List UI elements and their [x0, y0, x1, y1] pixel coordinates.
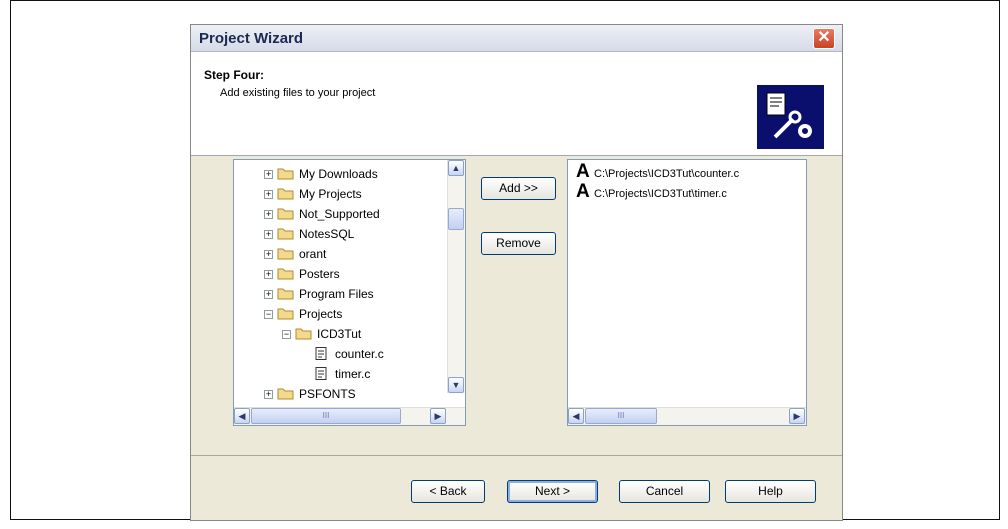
help-button[interactable]: Help: [725, 480, 816, 503]
expand-icon[interactable]: +: [264, 210, 273, 219]
tree-item-label: Posters: [299, 267, 340, 281]
title-bar: Project Wizard ✕: [191, 25, 842, 52]
vertical-scroll-thumb[interactable]: [448, 208, 464, 230]
tree-item-label: Projects: [299, 307, 343, 321]
file-icon: [313, 347, 330, 360]
wizard-header: Step Four: Add existing files to your pr…: [191, 52, 842, 156]
scroll-left-button[interactable]: ◀: [568, 408, 584, 424]
scroll-right-button[interactable]: ▶: [789, 408, 805, 424]
chevron-right-icon: ▶: [434, 411, 442, 421]
expand-icon[interactable]: +: [264, 270, 273, 279]
chevron-left-icon: ◀: [238, 411, 246, 421]
folder-icon: [277, 267, 294, 280]
tree-item-label: My Projects: [299, 187, 362, 201]
scroll-thumb-grip: III: [322, 411, 330, 420]
dialog-title: Project Wizard: [199, 30, 304, 47]
tree-horizontal-scrollbar[interactable]: ◀ III ▶: [234, 407, 465, 425]
horizontal-scroll-thumb[interactable]: III: [585, 408, 657, 424]
horizontal-scroll-thumb[interactable]: III: [251, 408, 401, 424]
tree-item-label: orant: [299, 247, 327, 261]
scroll-left-button[interactable]: ◀: [234, 408, 250, 424]
remove-button[interactable]: Remove: [481, 232, 556, 255]
cancel-button[interactable]: Cancel: [619, 480, 710, 503]
file-path: C:\Projects\ICD3Tut\counter.c: [594, 168, 740, 180]
wizard-tools-icon: [757, 85, 824, 149]
tree-item-label: PSFONTS: [299, 387, 356, 401]
tree-item-label: My Downloads: [299, 167, 378, 181]
expand-icon[interactable]: +: [264, 250, 273, 259]
folder-icon: [277, 207, 294, 220]
folder-icon: [277, 247, 294, 260]
expand-icon[interactable]: +: [264, 170, 273, 179]
scroll-right-button[interactable]: ▶: [430, 408, 446, 424]
chevron-down-icon: ▼: [451, 380, 461, 390]
file-type-icon: A: [576, 161, 590, 182]
tree-item-label: NotesSQL: [299, 227, 355, 241]
next-button[interactable]: Next >: [507, 480, 598, 503]
project-wizard-dialog: Project Wizard ✕ Step Four: Add existing…: [190, 24, 843, 521]
chevron-left-icon: ◀: [572, 411, 580, 421]
footer-divider: [191, 455, 842, 456]
folder-tree[interactable]: + My Downloads + My Projects + Not_Supported +…: [233, 159, 466, 426]
scroll-thumb-grip: III: [617, 411, 625, 420]
back-button[interactable]: < Back: [411, 480, 485, 503]
scroll-up-button[interactable]: ▲: [448, 160, 464, 176]
tree-item-label: Not_Supported: [299, 207, 380, 221]
file-type-icon: A: [576, 181, 590, 202]
step-description: Add existing files to your project: [220, 87, 376, 99]
chevron-right-icon: ▶: [793, 411, 801, 421]
chevron-up-icon: ▲: [451, 163, 461, 173]
tree-item-label: Program Files: [299, 287, 374, 301]
expand-icon[interactable]: +: [264, 290, 273, 299]
expand-icon[interactable]: +: [264, 190, 273, 199]
tree-item-label: ICD3Tut: [317, 327, 362, 341]
folder-icon: [277, 307, 294, 320]
file-icon: [313, 367, 330, 380]
folder-icon: [277, 387, 294, 400]
files-horizontal-scrollbar[interactable]: ◀ III ▶: [568, 407, 806, 425]
close-icon: ✕: [817, 29, 831, 46]
expand-icon[interactable]: +: [264, 230, 273, 239]
folder-icon: [295, 327, 312, 340]
scroll-down-button[interactable]: ▼: [448, 377, 464, 393]
close-button[interactable]: ✕: [813, 28, 835, 49]
tree-vertical-scrollbar[interactable]: ▲ ▼: [447, 160, 465, 393]
expand-icon[interactable]: +: [264, 390, 273, 399]
collapse-icon[interactable]: −: [282, 330, 291, 339]
add-button[interactable]: Add >>: [481, 177, 556, 200]
folder-icon: [277, 167, 294, 180]
tree-item-label: timer.c: [335, 367, 371, 381]
folder-icon: [277, 287, 294, 300]
tree-item-label: counter.c: [335, 347, 384, 361]
added-files-list[interactable]: A C:\Projects\ICD3Tut\counter.c A C:\Pro…: [567, 159, 807, 426]
folder-icon: [277, 187, 294, 200]
collapse-icon[interactable]: −: [264, 310, 273, 319]
folder-icon: [277, 227, 294, 240]
file-path: C:\Projects\ICD3Tut\timer.c: [594, 188, 727, 200]
step-title: Step Four:: [204, 68, 264, 82]
